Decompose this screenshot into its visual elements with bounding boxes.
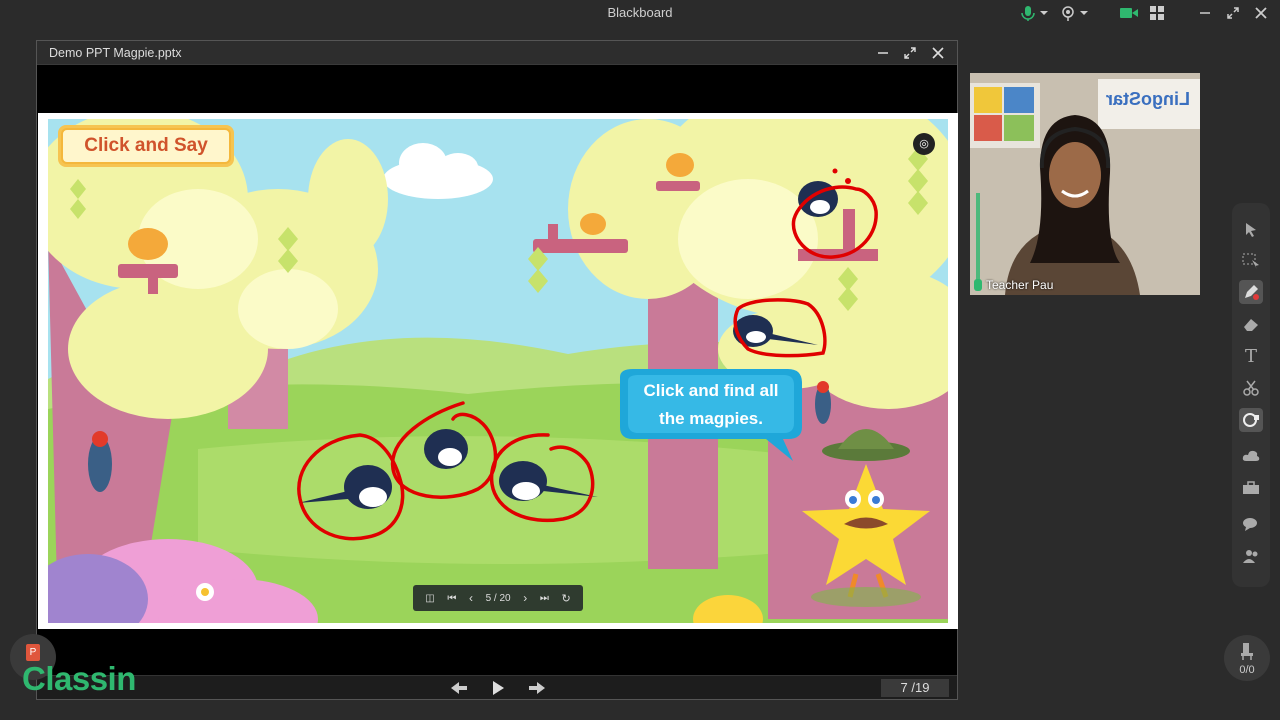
close-icon[interactable] [1252,3,1270,23]
grid-icon[interactable] [1148,3,1166,23]
corner-action-icon[interactable]: ◎ [916,137,932,151]
bubble-line-2: the magpies. [659,409,763,428]
cloud-icon[interactable] [1239,444,1263,468]
eraser-icon[interactable] [1239,312,1263,336]
ppt-restore-icon[interactable] [900,43,920,63]
teacher-mic-icon [974,279,982,291]
teacher-video[interactable]: LingoStar Teacher Pau [970,73,1200,295]
slide-illustration [48,119,948,623]
slide-navigator: ◫ ⏮ ‹ 5 / 20 › ⏭ ↻ [413,585,583,611]
badge-text: Click and Say [84,135,208,156]
pen-icon[interactable] [1239,280,1263,304]
last-slide-icon[interactable]: ⏭ [540,593,549,604]
text-icon[interactable]: T [1239,344,1263,368]
classin-logo: Classin [22,660,136,697]
bubble-line-1: Click and find all [643,381,779,400]
slide-frame: Click and Say Click and find all the mag… [38,113,958,629]
ppt-window: Demo PPT Magpie.pptx Click and Say Click… [36,40,958,700]
bubble-text: Click and find all the magpies. [620,377,802,433]
page-counter[interactable]: 7 /19 [881,679,949,697]
speaker-icon[interactable] [1058,3,1092,23]
restore-icon[interactable] [1224,3,1242,23]
next-page-icon[interactable] [527,680,547,696]
mic-icon[interactable] [1018,3,1052,23]
whiteboard-toolbar: T [1232,203,1270,587]
pointer-icon[interactable] [1239,217,1263,241]
click-and-say-badge: Click and Say [58,125,234,167]
top-bar: Blackboard [0,0,1280,26]
scissors-icon[interactable] [1239,376,1263,400]
chat-icon[interactable] [1239,512,1263,536]
shape-icon[interactable] [1239,408,1263,432]
teacher-name: Teacher Pau [986,278,1054,292]
ppt-titlebar: Demo PPT Magpie.pptx [37,41,957,65]
ppt-minimize-icon[interactable] [873,43,893,63]
video-poster-text: LingoStar [1106,89,1190,109]
seat-icon [1241,643,1253,660]
prev-page-icon[interactable] [449,680,469,696]
play-icon[interactable] [491,680,505,696]
seat-count: 0/0 [1239,664,1255,676]
prev-slide-icon[interactable]: ‹ [469,591,473,605]
ppt-close-icon[interactable] [928,43,948,63]
select-icon[interactable] [1239,249,1263,273]
toolbox-icon[interactable] [1239,476,1263,500]
ppt-badge-letter: P [26,644,40,661]
camera-icon[interactable] [1118,3,1140,23]
slide-thumbnail-icon[interactable]: ◫ [425,593,434,604]
seat-widget[interactable]: 0/0 [1224,635,1270,681]
slide-canvas[interactable]: Click and Say Click and find all the mag… [48,119,948,623]
ppt-bottom-bar: 7 /19 [37,675,957,699]
minimize-icon[interactable] [1196,3,1214,23]
slide-nav-counter: 5 / 20 [485,592,511,604]
refresh-icon[interactable]: ↻ [561,592,570,605]
ppt-title: Demo PPT Magpie.pptx [49,46,182,60]
first-slide-icon[interactable]: ⏮ [447,593,456,604]
next-slide-icon[interactable]: › [523,591,527,605]
users-icon[interactable] [1239,544,1263,568]
